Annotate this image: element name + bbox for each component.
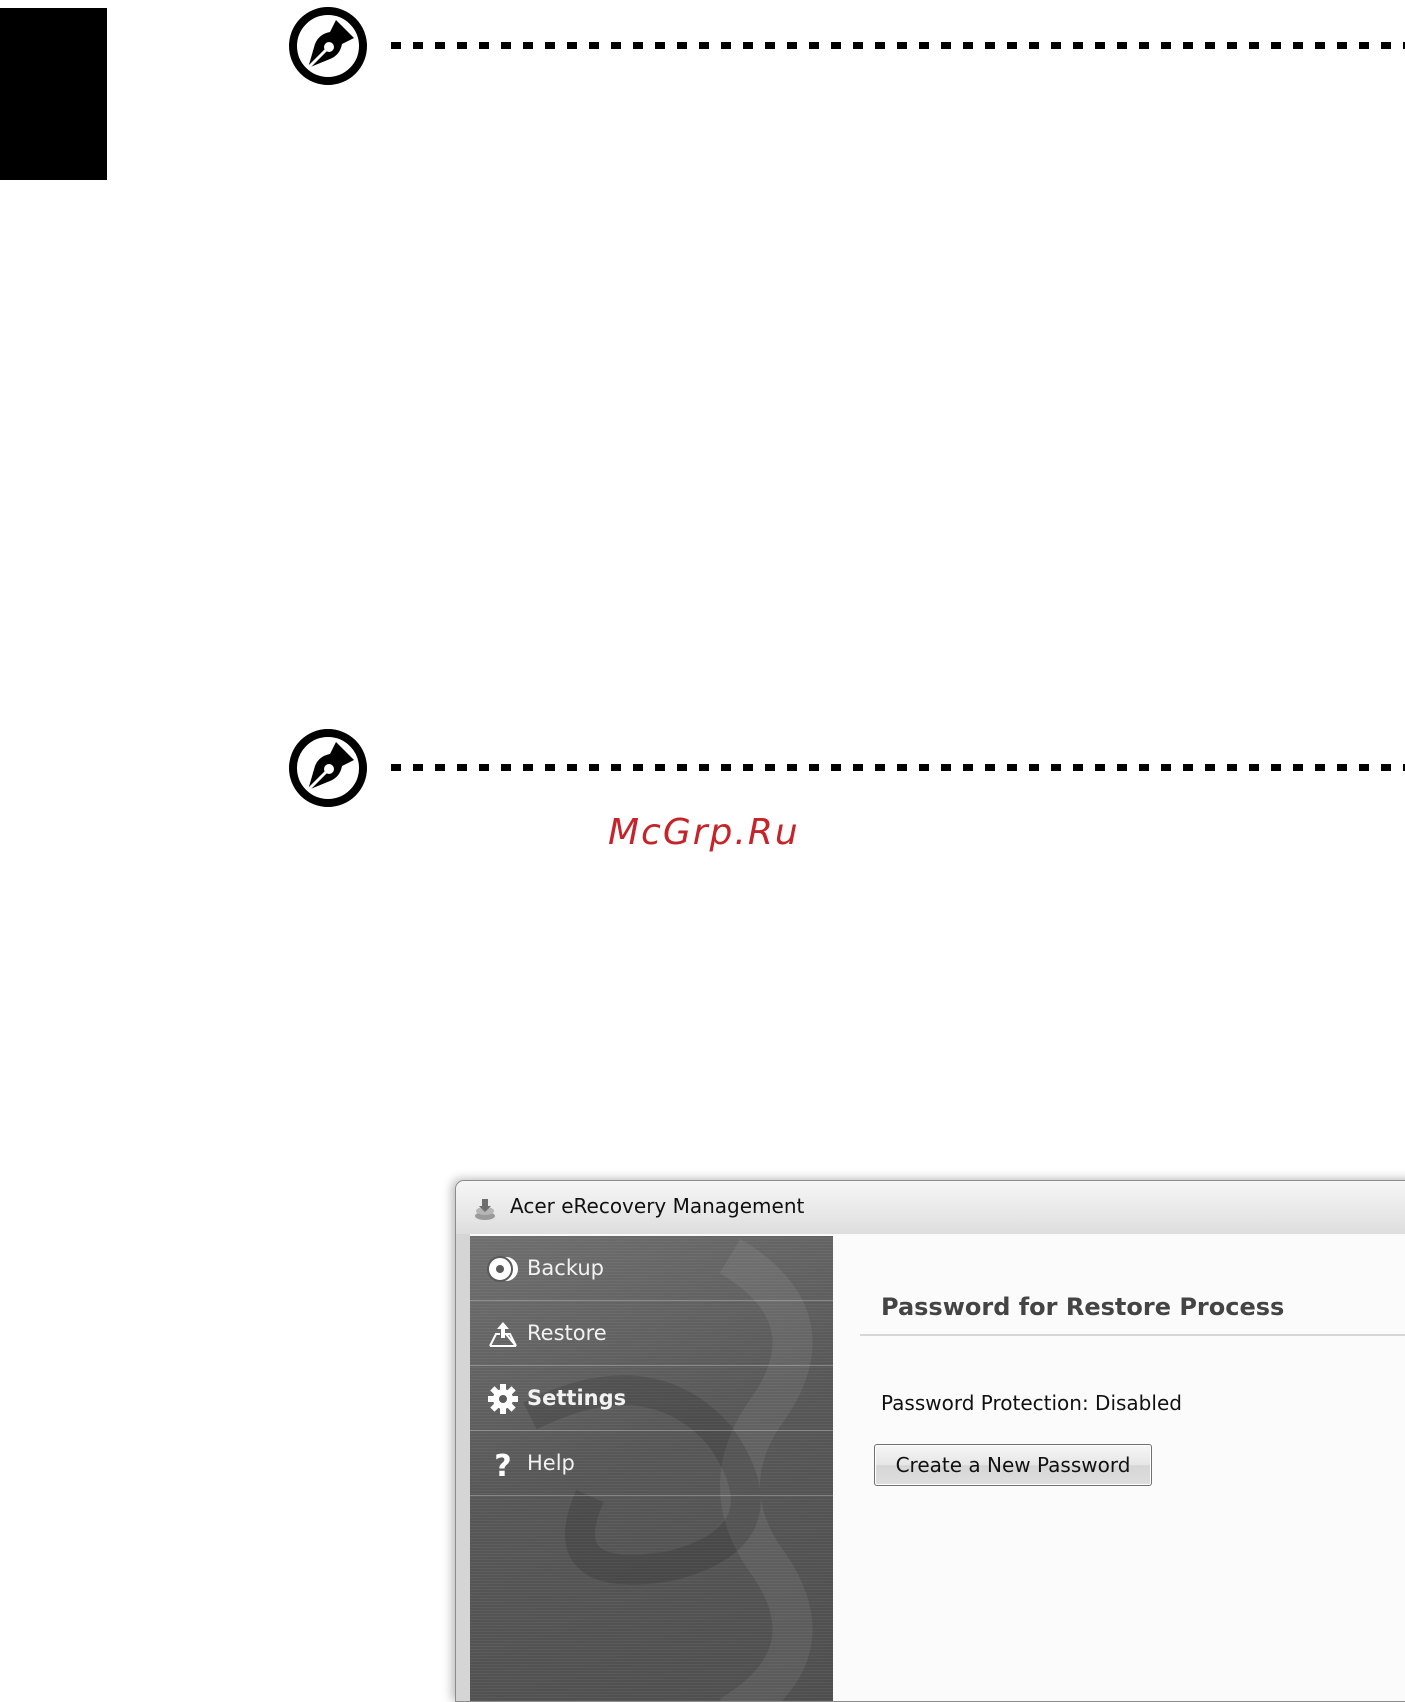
create-password-button[interactable]: Create a New Password [874,1444,1152,1486]
sidebar-item-help[interactable]: ? Help [470,1431,833,1496]
gear-icon [488,1384,518,1414]
window-title: Acer eRecovery Management [510,1194,805,1218]
password-status: Password Protection: Disabled [881,1391,1182,1415]
note-pen-icon [289,729,367,807]
note-dotted-rule [391,42,1405,49]
page-side-tab [0,8,107,180]
window-frame [456,1234,470,1701]
sidebar-item-label: Restore [527,1321,607,1345]
sidebar-item-settings[interactable]: Settings [470,1366,833,1431]
note-marker-1 [288,6,1405,90]
sidebar-item-label: Help [527,1451,575,1475]
question-icon: ? [494,1449,511,1480]
sidebar: Backup Restore Settings ? Help [470,1236,833,1701]
section-divider [860,1334,1405,1336]
watermark: McGrp.Ru [608,812,800,853]
sidebar-item-restore[interactable]: Restore [470,1301,833,1366]
section-title: Password for Restore Process [881,1293,1285,1321]
disc-icon [487,1256,518,1282]
erecovery-window: Acer eRecovery Management Backup Restore [455,1180,1405,1702]
note-marker-2 [288,728,1405,812]
note-pen-icon [289,7,367,85]
svg-text:?: ? [494,1449,511,1480]
app-icon [475,1199,495,1220]
sidebar-item-label: Settings [527,1386,627,1410]
restore-icon [489,1322,517,1347]
note-dotted-rule [391,764,1405,771]
settings-panel: Password for Restore Process Password Pr… [833,1236,1405,1701]
sidebar-item-label: Backup [527,1256,604,1280]
window-titlebar[interactable]: Acer eRecovery Management [456,1181,1405,1234]
sidebar-item-backup[interactable]: Backup [470,1236,833,1301]
